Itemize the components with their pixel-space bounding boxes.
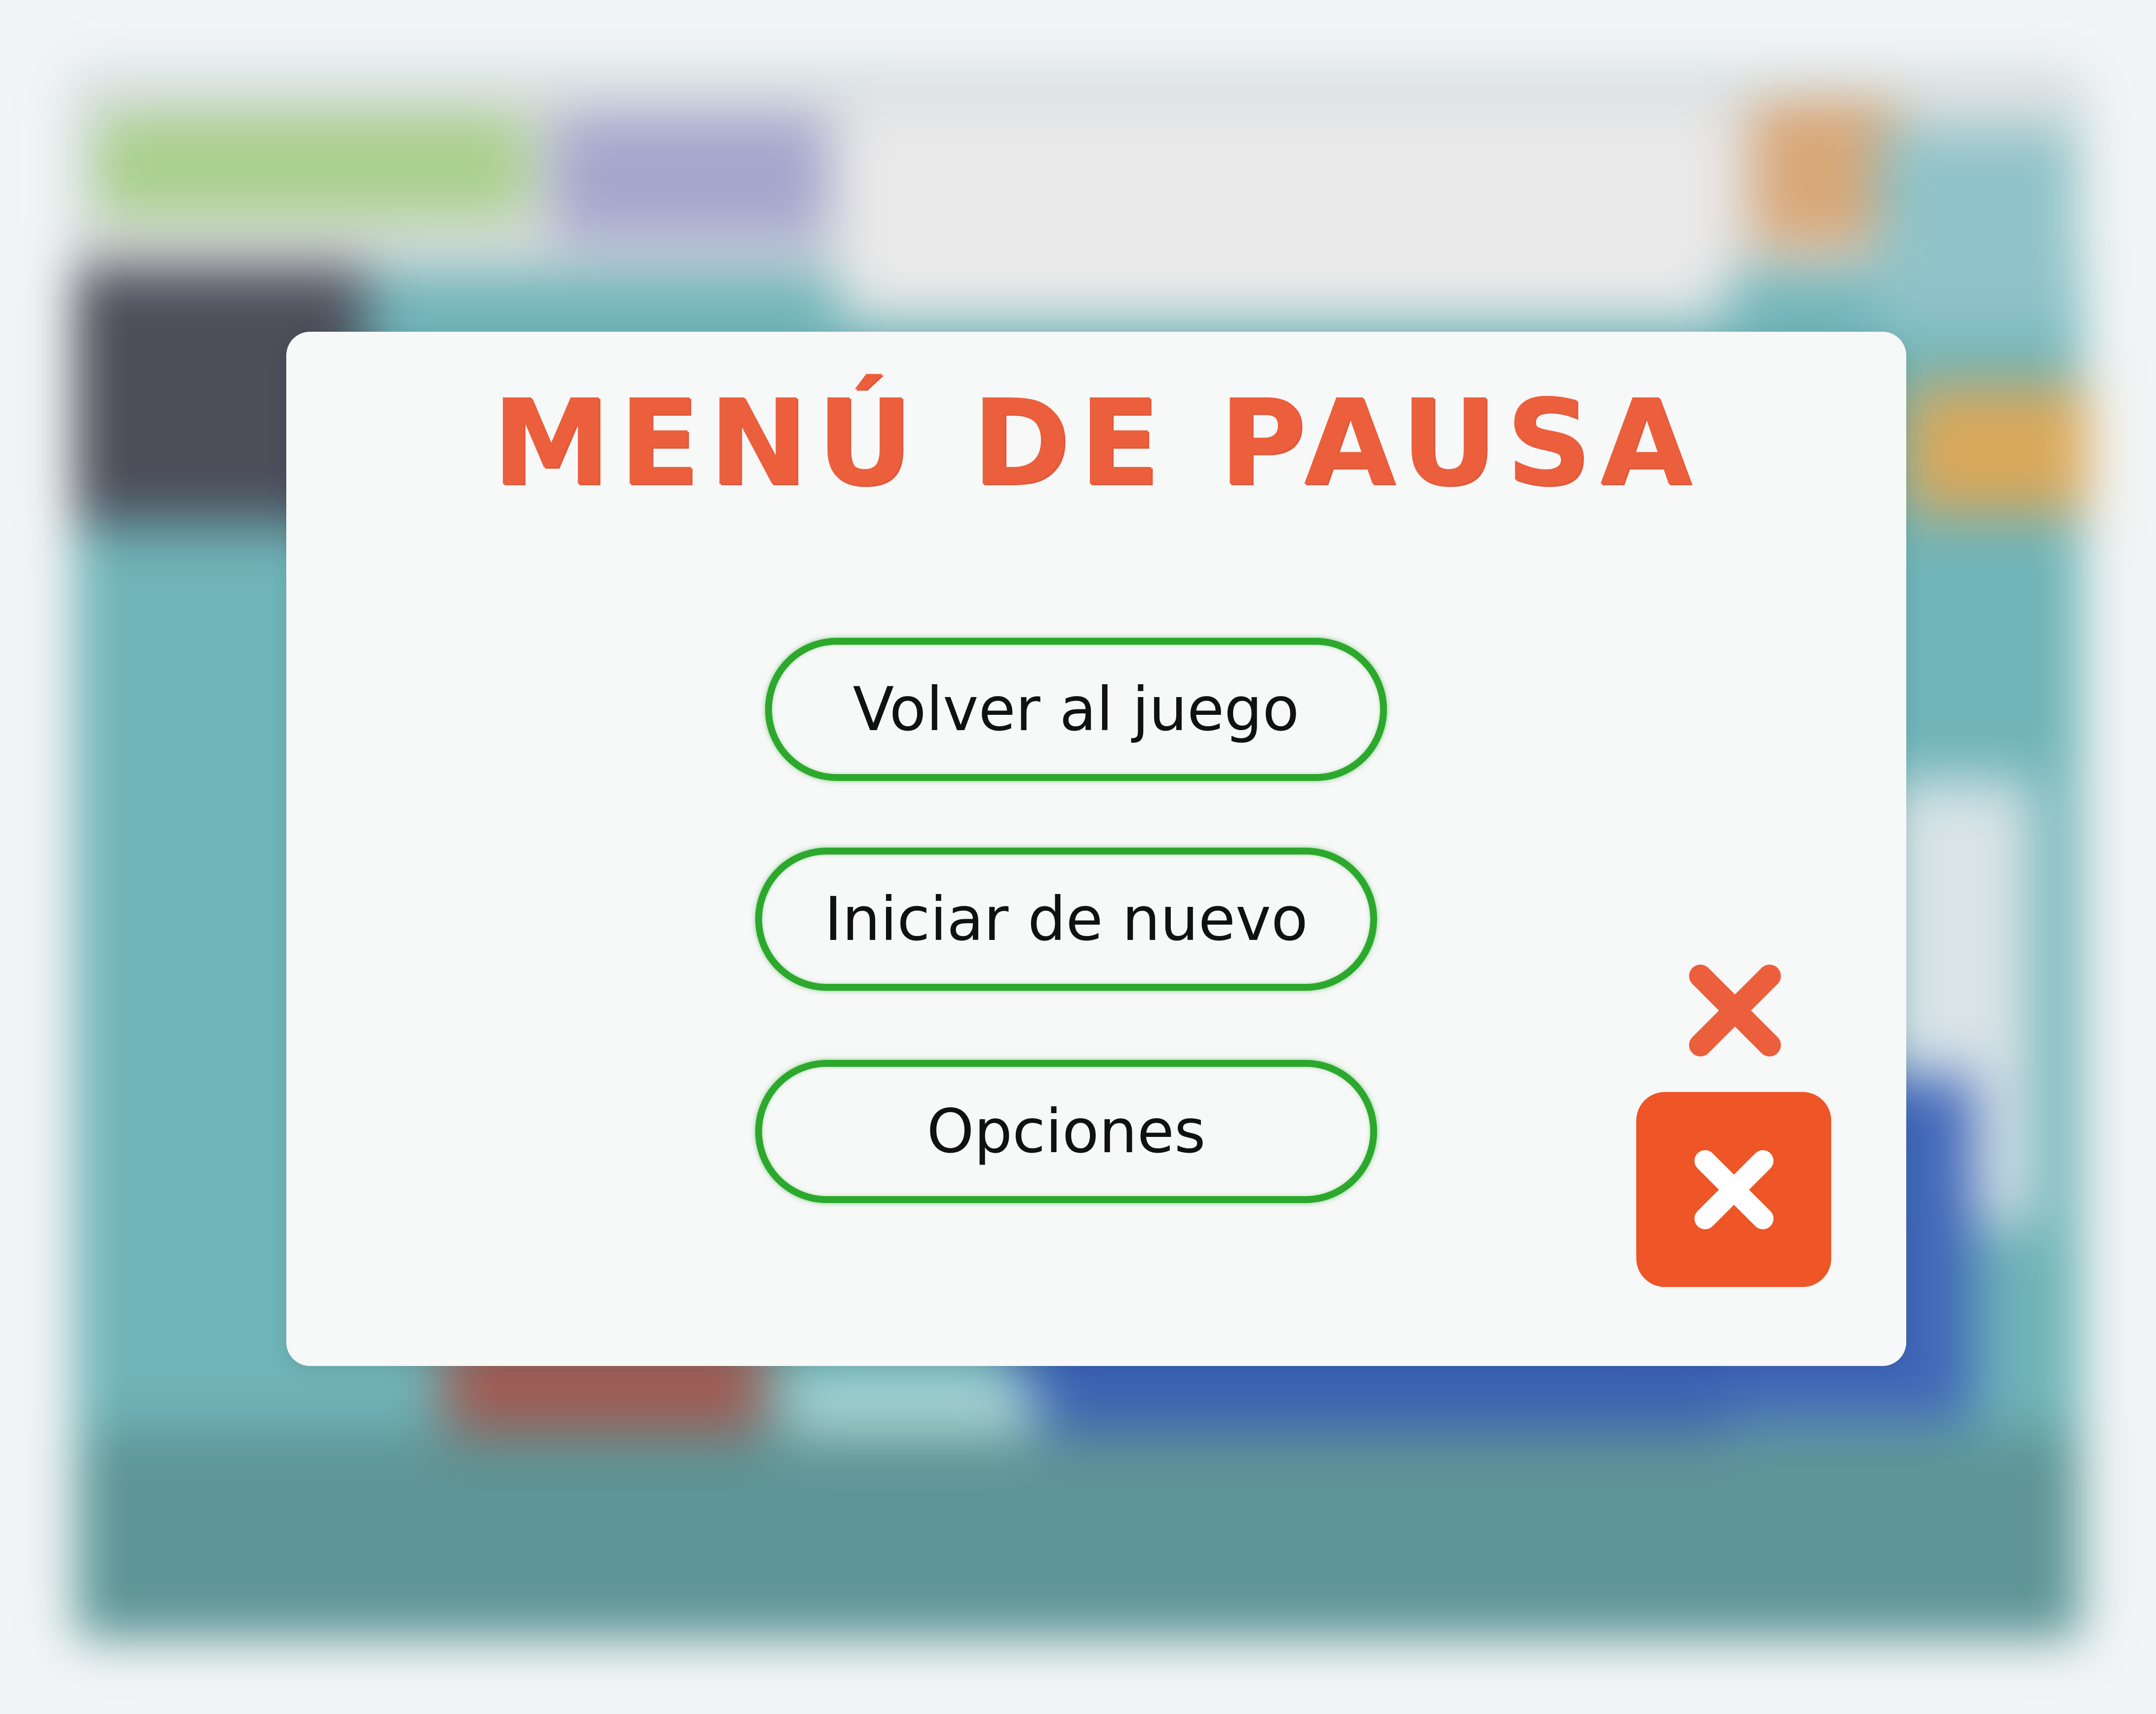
- resume-button[interactable]: Volver al juego: [765, 638, 1387, 781]
- modal-title: MENÚ DE PAUSA: [492, 374, 1701, 512]
- restart-button[interactable]: Iniciar de nuevo: [755, 848, 1377, 991]
- close-button-plain[interactable]: [1686, 961, 1784, 1060]
- resume-button-label: Volver al juego: [852, 674, 1300, 744]
- close-button-boxed[interactable]: [1636, 1092, 1831, 1287]
- options-button[interactable]: Opciones: [755, 1060, 1377, 1203]
- close-icon: [1694, 1150, 1773, 1229]
- close-icon: [1689, 965, 1781, 1056]
- restart-button-label: Iniciar de nuevo: [824, 884, 1308, 954]
- pause-menu-modal: MENÚ DE PAUSA Volver al juego Iniciar de…: [286, 332, 1906, 1366]
- options-button-label: Opciones: [926, 1096, 1206, 1167]
